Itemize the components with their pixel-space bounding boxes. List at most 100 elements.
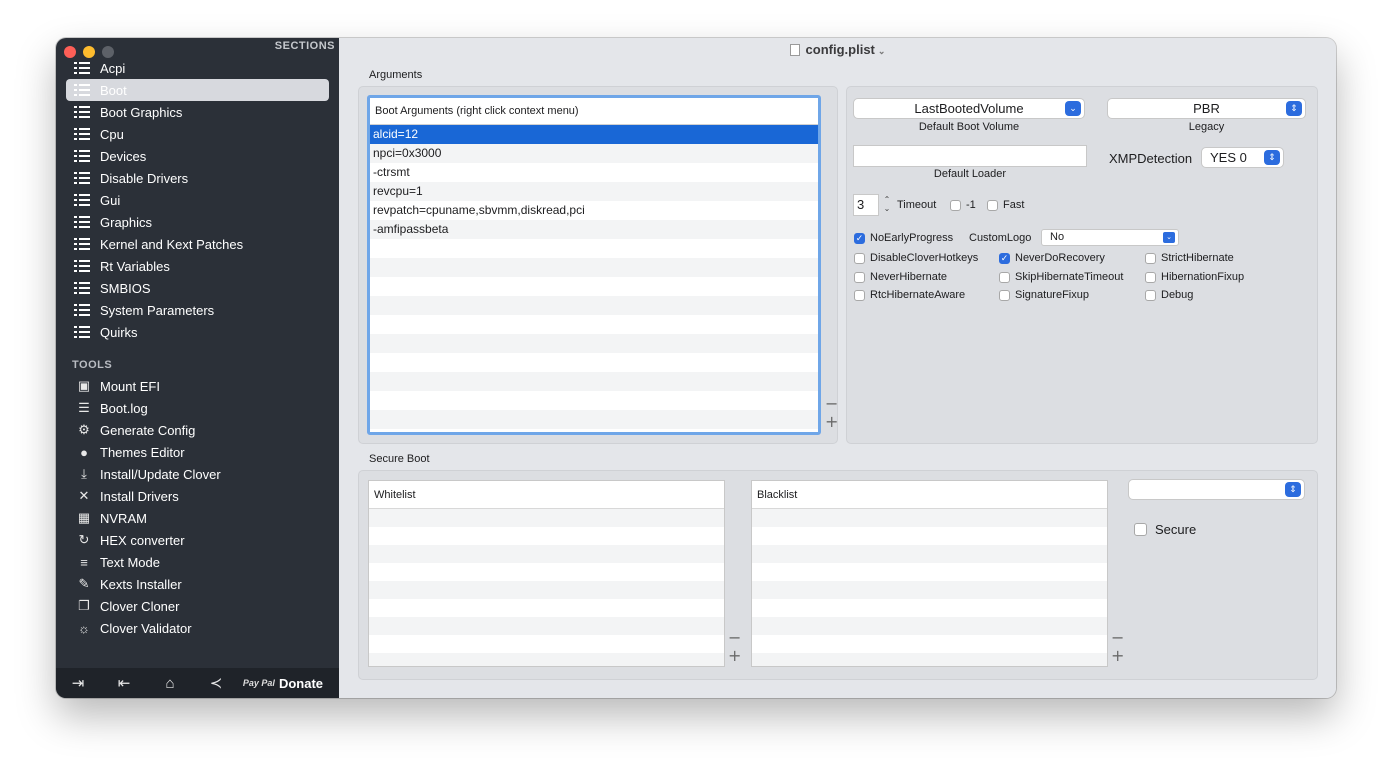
add-whitelist-button[interactable]: + [728,646,741,665]
minus-one-checkbox[interactable]: -1 [950,199,976,211]
secure-checkbox[interactable]: Secure [1134,522,1196,537]
debug-checkbox[interactable]: Debug [1145,289,1193,301]
custom-logo-value: No [1050,231,1065,243]
tool-install-update-clover[interactable]: ⤓ Install/Update Clover [66,463,329,485]
tool-mount-efi[interactable]: ▣ Mount EFI [66,375,329,397]
tool-generate-config[interactable]: ⚙ Generate Config [66,419,329,441]
whitelist-table[interactable]: Whitelist [368,480,725,667]
default-boot-volume-select[interactable]: LastBootedVolume ⌄ [853,98,1085,119]
chevron-down-icon: ⌄ [1163,232,1175,243]
empty-row [369,635,724,653]
timeout-stepper[interactable]: ⌃ ⌄ [882,195,892,215]
empty-row [370,258,818,277]
blacklist-table[interactable]: Blacklist [751,480,1108,667]
tool-hex-converter[interactable]: ↻ HEX converter [66,529,329,551]
default-loader-label: Default Loader [933,168,1007,180]
fast-checkbox[interactable]: Fast [987,199,1024,211]
empty-row [370,372,818,391]
tool-kexts-installer[interactable]: ✎ Kexts Installer [66,573,329,595]
tools-icon: ✕ [78,488,90,503]
sidebar-item-acpi[interactable]: Acpi [66,57,329,79]
table-row[interactable]: alcid=12 [370,125,818,144]
donate-label: Donate [278,675,323,691]
checkbox-box [950,199,961,211]
remove-blacklist-button[interactable]: − [1111,628,1124,647]
sidebar-item-system-parameters[interactable]: System Parameters [66,299,329,321]
tool-clover-validator[interactable]: ☼ Clover Validator [66,617,329,639]
signature-fixup-checkbox[interactable]: SignatureFixup [999,289,1089,301]
add-blacklist-button[interactable]: + [1111,646,1124,665]
sidebar-item-boot-graphics[interactable]: Boot Graphics [66,101,329,123]
hibernation-fixup-checkbox[interactable]: HibernationFixup [1145,271,1244,283]
list-icon [74,304,92,316]
sidebar-item-cpu[interactable]: Cpu [66,123,329,145]
gears-icon: ⚙ [78,422,90,437]
tools-list: ▣ Mount EFI ☰ Boot.log ⚙ Generate Config ● T… [66,375,329,639]
blacklist-header: Blacklist [752,481,1107,509]
table-row[interactable]: -amfipassbeta [370,220,818,239]
table-row[interactable]: -ctrsmt [370,163,818,182]
list-icon [74,172,92,184]
secure-boot-policy-select[interactable]: ⇕ [1128,479,1305,500]
empty-row [370,334,818,353]
tool-text-mode[interactable]: ≡ Text Mode [66,551,329,573]
tool-clover-cloner[interactable]: ❐ Clover Cloner [66,595,329,617]
skip-hibernate-timeout-checkbox[interactable]: SkipHibernateTimeout [999,271,1123,283]
empty-row [752,653,1107,666]
default-loader-field[interactable] [853,145,1087,167]
empty-row [370,296,818,315]
sidebar-item-devices[interactable]: Devices [66,145,329,167]
sidebar-item-smbios[interactable]: SMBIOS [66,277,329,299]
checkbox-box [1134,523,1147,536]
table-row[interactable]: npci=0x3000 [370,144,818,163]
disable-clover-hotkeys-checkbox[interactable]: DisableCloverHotkeys [854,252,978,264]
checkbox-box [854,252,865,264]
never-do-recovery-checkbox[interactable]: ✓ NeverDoRecovery [999,252,1105,264]
legacy-select[interactable]: PBR ⇕ [1107,98,1306,119]
boot-options-group [846,86,1318,444]
tool-nvram[interactable]: ▦ NVRAM [66,507,329,529]
tool-label: Clover Validator [100,620,192,636]
list-icon [74,260,92,272]
sidebar-item-disable-drivers[interactable]: Disable Drivers [66,167,329,189]
empty-row [369,581,724,599]
empty-row [370,353,818,372]
sidebar-item-kernel-and-kext-patches[interactable]: Kernel and Kext Patches [66,233,329,255]
sidebar-item-gui[interactable]: Gui [66,189,329,211]
tool-themes-editor[interactable]: ● Themes Editor [66,441,329,463]
remove-whitelist-button[interactable]: − [728,628,741,647]
sidebar: SECTIONS Acpi Boot Boot Graphics Cpu Dev… [56,38,339,698]
strict-hibernate-checkbox[interactable]: StrictHibernate [1145,252,1234,264]
timeout-field[interactable]: 3 [853,194,879,216]
sidebar-item-rt-variables[interactable]: Rt Variables [66,255,329,277]
default-boot-volume-label: Default Boot Volume [918,121,1020,133]
home-icon[interactable]: ⌂ [162,675,178,692]
tool-install-drivers[interactable]: ✕ Install Drivers [66,485,329,507]
sidebar-item-graphics[interactable]: Graphics [66,211,329,233]
share-icon[interactable]: ≺ [208,675,224,692]
donate-button[interactable]: Pay Pal Donate [243,676,323,691]
chevron-down-icon[interactable]: ⌄ [878,46,886,56]
table-row[interactable]: revpatch=cpuname,sbvmm,diskread,pci [370,201,818,220]
xmp-detection-select[interactable]: YES 0 ⇕ [1201,147,1284,168]
list-icon [74,194,92,206]
sidebar-item-quirks[interactable]: Quirks [66,321,329,343]
no-early-progress-checkbox[interactable]: ✓ NoEarlyProgress [854,232,953,244]
table-row[interactable]: revcpu=1 [370,182,818,201]
export-icon[interactable]: ⇤ [116,675,132,692]
remove-argument-button[interactable]: − [825,394,838,413]
custom-logo-select[interactable]: No ⌄ [1041,229,1179,246]
plug-icon: ✎ [78,576,90,591]
checkbox-box [854,289,865,301]
whitelist-header: Whitelist [369,481,724,509]
import-icon[interactable]: ⇥ [70,675,86,692]
sidebar-item-label: Cpu [100,126,124,142]
sidebar-item-boot[interactable]: Boot [66,79,329,101]
app-window: SECTIONS Acpi Boot Boot Graphics Cpu Dev… [56,38,1336,698]
tool-boot-log[interactable]: ☰ Boot.log [66,397,329,419]
rtc-hibernate-aware-checkbox[interactable]: RtcHibernateAware [854,289,965,301]
add-argument-button[interactable]: + [825,412,838,431]
never-hibernate-checkbox[interactable]: NeverHibernate [854,271,947,283]
sidebar-bottom-bar: ⇥ ⇤ ⌂ ≺ Pay Pal Donate [56,668,339,698]
boot-arguments-table[interactable]: Boot Arguments (right click context menu… [367,95,821,435]
